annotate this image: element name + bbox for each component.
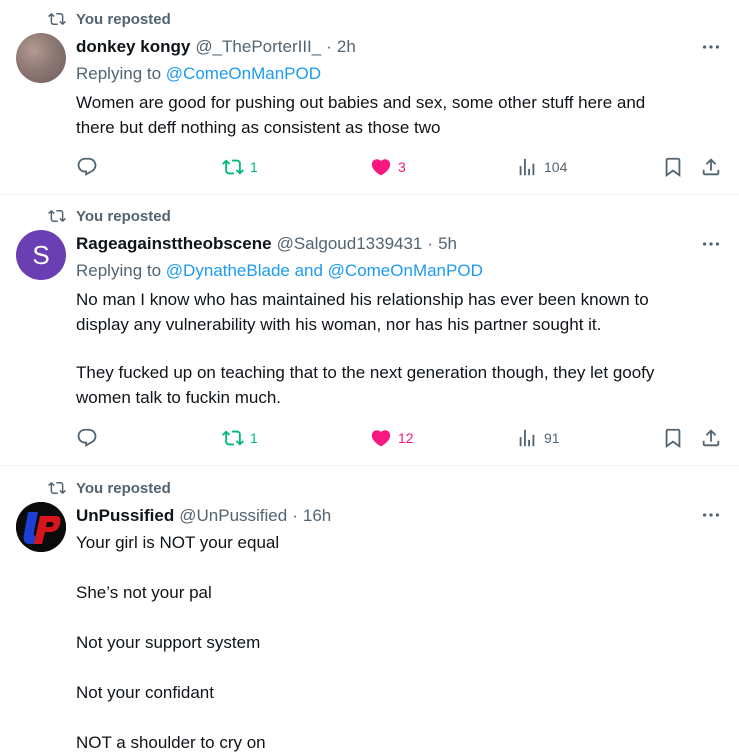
share-button[interactable] [700, 427, 722, 449]
views-count: 104 [544, 159, 568, 175]
author-handle[interactable]: @Salgoud1339431 [277, 234, 423, 254]
avatar[interactable] [16, 33, 66, 83]
views-button[interactable]: 91 [516, 427, 560, 449]
views-icon [519, 158, 535, 176]
retweet-button[interactable]: 1 [222, 156, 258, 178]
retweet-button[interactable]: 1 [222, 427, 258, 449]
share-icon [702, 158, 720, 176]
retweet-count: 1 [250, 430, 258, 446]
heart-icon [371, 159, 391, 176]
tweet-text-line: women talk to fuckin much. [76, 388, 282, 407]
unpussified-logo [16, 502, 66, 552]
tweet-text: Your girl is NOT your equal She’s not yo… [76, 530, 726, 755]
retweet-count: 1 [250, 159, 258, 175]
repost-label: You reposted [76, 10, 171, 28]
more-icon[interactable] [700, 36, 722, 58]
tweet-text-line: She’s not your pal [76, 583, 212, 602]
separator-dot: · [326, 37, 332, 56]
tweet-text-line: display any vulnerability with his woman… [76, 315, 602, 334]
author-name[interactable]: UnPussified [76, 506, 174, 526]
repost-icon [222, 159, 244, 175]
tweet-text-line: there but deff nothing as consistent as … [76, 118, 441, 137]
tweet-1[interactable]: You reposted donkey kongy @_ThePorterIII… [0, 0, 739, 194]
reply-icon [77, 157, 97, 176]
author-name[interactable]: donkey kongy [76, 37, 190, 57]
like-count: 12 [398, 430, 414, 446]
timestamp[interactable]: 2h [337, 37, 356, 57]
author-name[interactable]: Rageagainsttheobscene [76, 234, 272, 254]
repost-icon [48, 209, 66, 223]
repost-label: You reposted [76, 207, 171, 225]
views-button[interactable]: 104 [516, 156, 567, 178]
tweet-header: donkey kongy @_ThePorterIII_ · 2h [76, 37, 356, 57]
more-icon[interactable] [700, 504, 722, 526]
replying-to: Replying to @ComeOnManPOD [76, 64, 321, 84]
timestamp[interactable]: 5h [438, 234, 457, 254]
author-handle[interactable]: @_ThePorterIII_ [195, 37, 321, 57]
timestamp[interactable]: 16h [303, 506, 331, 526]
repost-indicator: You reposted [48, 207, 171, 225]
repost-icon [48, 12, 66, 26]
replying-to: Replying to @DynatheBlade and @ComeOnMan… [76, 261, 483, 281]
tweet-text-line: Your girl is NOT your equal [76, 533, 280, 552]
heart-icon [371, 430, 391, 447]
repost-indicator: You reposted [48, 10, 171, 28]
tweet-text-line: No man I know who has maintained his rel… [76, 290, 649, 309]
author-handle[interactable]: @UnPussified [179, 506, 287, 526]
separator-dot: · [427, 234, 434, 253]
repost-icon [222, 430, 244, 446]
replying-prefix: Replying to [76, 64, 162, 83]
repost-indicator: You reposted [48, 479, 171, 497]
more-icon[interactable] [700, 233, 722, 255]
bookmark-icon [665, 157, 681, 178]
tweet-text: Women are good for pushing out babies an… [76, 90, 726, 140]
bookmark-button[interactable] [662, 156, 684, 178]
tweet-text: No man I know who has maintained his rel… [76, 287, 726, 410]
views-count: 91 [544, 430, 560, 446]
like-button[interactable]: 12 [370, 427, 414, 449]
replying-to-link[interactable]: @DynatheBlade and @ComeOnManPOD [166, 261, 483, 280]
like-count: 3 [398, 159, 406, 175]
bookmark-icon [665, 428, 681, 449]
reply-icon [77, 428, 97, 447]
views-icon [519, 429, 535, 447]
reply-button[interactable] [76, 427, 98, 449]
avatar-letter: S [32, 239, 50, 270]
tweet-text-line: Not your support system [76, 633, 261, 652]
avatar[interactable] [16, 502, 66, 552]
share-icon [702, 429, 720, 447]
tweet-text-line: NOT a shoulder to cry on [76, 733, 266, 752]
replying-prefix: Replying to [76, 261, 162, 280]
bookmark-button[interactable] [662, 427, 684, 449]
avatar[interactable]: S [16, 230, 66, 280]
tweet-text-line: Not your confidant [76, 683, 214, 702]
tweet-2[interactable]: You reposted S Rageagainsttheobscene @Sa… [0, 195, 739, 465]
action-bar: 1 12 91 [76, 427, 726, 451]
separator-dot: · [292, 506, 298, 525]
action-bar: 1 3 104 [76, 156, 726, 180]
tweet-header: Rageagainsttheobscene @Salgoud1339431 · … [76, 234, 457, 254]
tweet-text-line: Women are good for pushing out babies an… [76, 93, 646, 112]
tweet-header: UnPussified @UnPussified · 16h [76, 506, 331, 526]
replying-to-link[interactable]: @ComeOnManPOD [166, 64, 321, 83]
repost-label: You reposted [76, 479, 171, 497]
tweet-3[interactable]: You reposted UnPussified @UnPussified · … [0, 466, 739, 755]
repost-icon [48, 481, 66, 495]
like-button[interactable]: 3 [370, 156, 406, 178]
share-button[interactable] [700, 156, 722, 178]
tweet-text-spacer [76, 337, 726, 360]
tweet-text-line: They fucked up on teaching that to the n… [76, 363, 655, 382]
reply-button[interactable] [76, 156, 98, 178]
